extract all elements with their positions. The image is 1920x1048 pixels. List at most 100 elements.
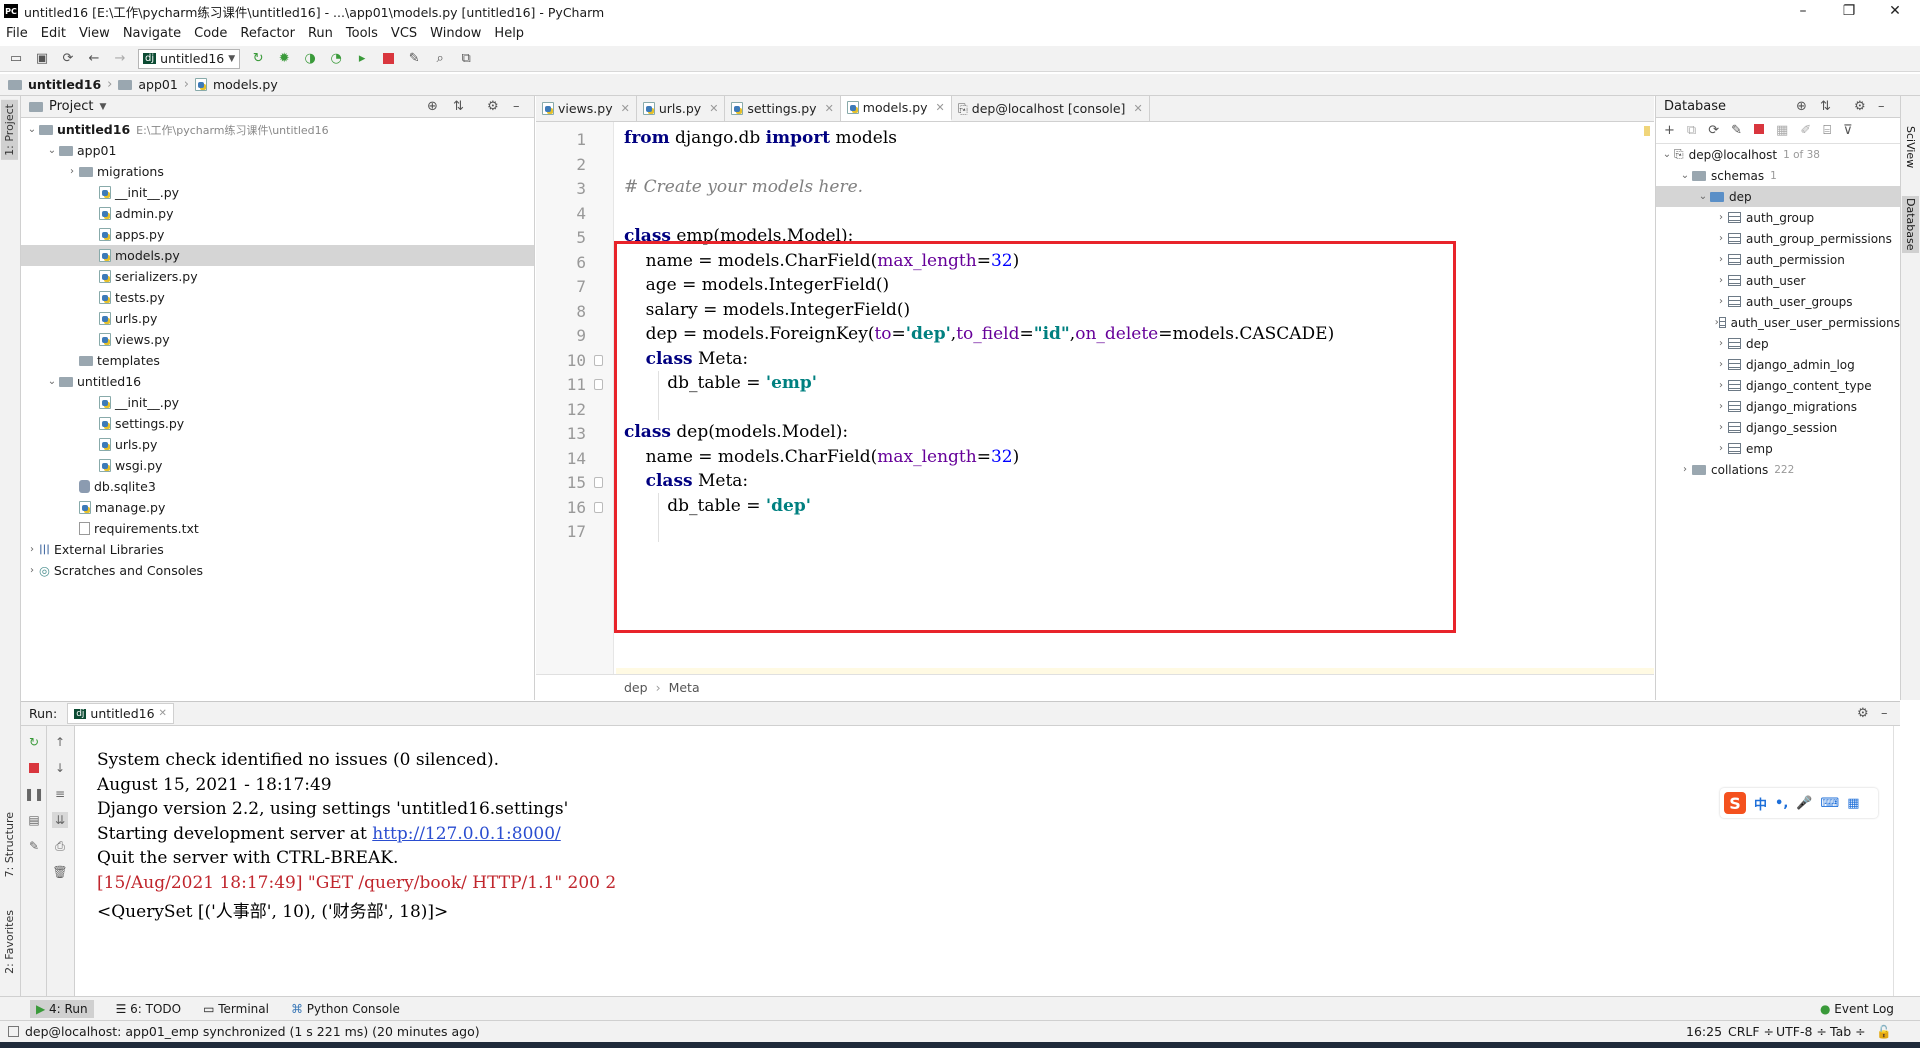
tab-views-py[interactable]: views.py ✕ bbox=[536, 96, 637, 121]
tree-item[interactable]: settings.py bbox=[21, 413, 534, 434]
breadcrumb-app[interactable]: app01 bbox=[138, 77, 177, 92]
locate-icon[interactable]: ⊕ bbox=[1796, 99, 1807, 114]
db-tree-item[interactable]: › django_session bbox=[1656, 417, 1900, 438]
tree-item[interactable]: apps.py bbox=[21, 224, 534, 245]
indent-setting[interactable]: Tab ÷ bbox=[1830, 1024, 1866, 1039]
open-folder-icon[interactable]: ▭ bbox=[8, 51, 24, 67]
menu-refactor[interactable]: Refactor bbox=[240, 26, 295, 41]
tree-item[interactable]: › ||| External Libraries bbox=[21, 539, 534, 560]
menu-view[interactable]: View bbox=[79, 26, 110, 41]
minimize-button[interactable]: – bbox=[1780, 0, 1826, 22]
tree-item[interactable]: wsgi.py bbox=[21, 455, 534, 476]
pin-icon[interactable]: ✎ bbox=[26, 838, 42, 854]
line-separator[interactable]: CRLF ÷ bbox=[1728, 1024, 1774, 1039]
chevron-right-icon[interactable]: › bbox=[1714, 233, 1728, 244]
chevron-right-icon[interactable]: › bbox=[25, 544, 39, 555]
down-arrow-icon[interactable]: ↓ bbox=[52, 760, 68, 776]
tab-python-console[interactable]: ⌘ Python Console bbox=[291, 1002, 400, 1016]
run-config-selector[interactable]: dj untitled16 ▼ bbox=[138, 48, 241, 69]
stop-icon[interactable] bbox=[1754, 123, 1765, 138]
gear-icon[interactable]: ⚙ bbox=[487, 99, 499, 114]
db-tree-item[interactable]: › dep bbox=[1656, 333, 1900, 354]
up-arrow-icon[interactable]: ↑ bbox=[52, 734, 68, 750]
db-tree-item[interactable]: › django_content_type bbox=[1656, 375, 1900, 396]
tab-database[interactable]: Database bbox=[1902, 196, 1919, 253]
gear-icon[interactable]: ⚙ bbox=[1857, 706, 1869, 721]
chevron-right-icon[interactable]: › bbox=[65, 166, 79, 177]
scroll-to-end-icon[interactable]: ⇊ bbox=[52, 812, 68, 828]
tab-sciview[interactable]: SciView bbox=[1904, 126, 1917, 168]
save-all-icon[interactable]: ▣ bbox=[34, 51, 50, 67]
search-icon[interactable]: ⌕ bbox=[432, 51, 448, 67]
db-tree-item[interactable]: › auth_group_permissions bbox=[1656, 228, 1900, 249]
properties-icon[interactable]: ✎ bbox=[1731, 123, 1742, 138]
status-message[interactable]: dep@localhost: app01_emp synchronized (1… bbox=[25, 1024, 480, 1039]
copy-icon[interactable]: ⧉ bbox=[1687, 123, 1696, 138]
tab-todo[interactable]: ☰ 6: TODO bbox=[116, 1002, 182, 1016]
crumb-class-meta[interactable]: Meta bbox=[669, 680, 700, 695]
chevron-right-icon[interactable]: › bbox=[1714, 401, 1728, 412]
menu-edit[interactable]: Edit bbox=[41, 26, 66, 41]
tab-console[interactable]: ⎘ dep@localhost [console] ✕ bbox=[952, 96, 1150, 121]
project-panel-title[interactable]: Project bbox=[49, 99, 93, 114]
chevron-right-icon[interactable]: › bbox=[1714, 443, 1728, 454]
tab-structure[interactable]: 7: Structure bbox=[1, 808, 18, 881]
add-icon[interactable]: + bbox=[1664, 123, 1675, 138]
chevron-right-icon[interactable]: › bbox=[1714, 254, 1728, 265]
print-icon[interactable]: ⎙ bbox=[52, 838, 68, 854]
chevron-down-icon[interactable]: ⌄ bbox=[45, 376, 59, 387]
rerun-icon[interactable]: ↻ bbox=[250, 51, 266, 67]
db-tree-item[interactable]: › django_migrations bbox=[1656, 396, 1900, 417]
menu-file[interactable]: File bbox=[6, 26, 28, 41]
db-tree-item[interactable]: › django_admin_log bbox=[1656, 354, 1900, 375]
keyboard-icon[interactable]: ⌨ bbox=[1820, 796, 1839, 811]
tree-item[interactable]: ⌄ untitled16 bbox=[21, 371, 534, 392]
db-tree-item[interactable]: › auth_user bbox=[1656, 270, 1900, 291]
refresh-icon[interactable]: ⟳ bbox=[1708, 123, 1719, 138]
tree-item[interactable]: › migrations bbox=[21, 161, 534, 182]
chevron-right-icon[interactable]: › bbox=[1714, 422, 1728, 433]
table-icon[interactable]: ▦ bbox=[1776, 123, 1788, 138]
tree-item[interactable]: __init__.py bbox=[21, 392, 534, 413]
tab-settings-py[interactable]: settings.py ✕ bbox=[725, 96, 841, 121]
close-icon[interactable]: ✕ bbox=[1133, 102, 1142, 115]
tree-item[interactable]: ⌄ untitled16 E:\工作\pycharm练习课件\untitled16 bbox=[21, 119, 534, 140]
close-icon[interactable]: ✕ bbox=[936, 101, 945, 114]
ime-language[interactable]: 中 bbox=[1754, 794, 1767, 813]
chevron-right-icon[interactable]: › bbox=[1714, 359, 1728, 370]
chevron-right-icon[interactable]: › bbox=[1714, 275, 1728, 286]
menu-navigate[interactable]: Navigate bbox=[123, 26, 181, 41]
stop-icon[interactable] bbox=[26, 760, 42, 776]
breadcrumb-project[interactable]: untitled16 bbox=[28, 77, 101, 92]
locate-icon[interactable]: ⊕ bbox=[427, 99, 438, 114]
ime-toolbar[interactable]: S 中 •, 🎤 ⌨ ▦ bbox=[1720, 788, 1878, 818]
grid-icon[interactable]: ▦ bbox=[1847, 796, 1859, 811]
console-icon[interactable]: ⌸ bbox=[1823, 123, 1831, 138]
tab-favorites[interactable]: 2: Favorites bbox=[1, 906, 18, 978]
chevron-down-icon[interactable]: ⌄ bbox=[1660, 149, 1674, 160]
db-tree-item[interactable]: › auth_user_groups bbox=[1656, 291, 1900, 312]
file-encoding[interactable]: UTF-8 ÷ bbox=[1776, 1024, 1827, 1039]
chevron-right-icon[interactable]: › bbox=[1678, 464, 1692, 475]
chevron-right-icon[interactable]: › bbox=[1714, 338, 1728, 349]
chevron-down-icon[interactable]: ⌄ bbox=[1696, 191, 1710, 202]
db-tree-item[interactable]: › auth_user_user_permissions bbox=[1656, 312, 1900, 333]
hide-icon[interactable]: – bbox=[513, 99, 520, 114]
wrench-icon[interactable]: ✎ bbox=[406, 51, 422, 67]
filter-icon[interactable]: ⊽ bbox=[1843, 123, 1853, 138]
tree-item[interactable]: templates bbox=[21, 350, 534, 371]
db-tree-item[interactable]: › auth_group bbox=[1656, 207, 1900, 228]
run-config-tab[interactable]: dj untitled16 ✕ bbox=[67, 703, 174, 724]
tree-item[interactable]: urls.py bbox=[21, 308, 534, 329]
db-tree-item[interactable]: ⌄ schemas 1 bbox=[1656, 165, 1900, 186]
chevron-down-icon[interactable]: ⌄ bbox=[45, 145, 59, 156]
tree-item[interactable]: ⌄ app01 bbox=[21, 140, 534, 161]
tree-item[interactable]: admin.py bbox=[21, 203, 534, 224]
close-icon[interactable]: ✕ bbox=[159, 708, 167, 719]
menu-tools[interactable]: Tools bbox=[346, 26, 378, 41]
tab-terminal[interactable]: ▭ Terminal bbox=[203, 1002, 269, 1016]
close-icon[interactable]: ✕ bbox=[709, 102, 718, 115]
crumb-class-dep[interactable]: dep bbox=[624, 680, 648, 695]
hide-icon[interactable]: – bbox=[1878, 99, 1885, 114]
edit-icon[interactable]: ✐ bbox=[1800, 123, 1811, 138]
